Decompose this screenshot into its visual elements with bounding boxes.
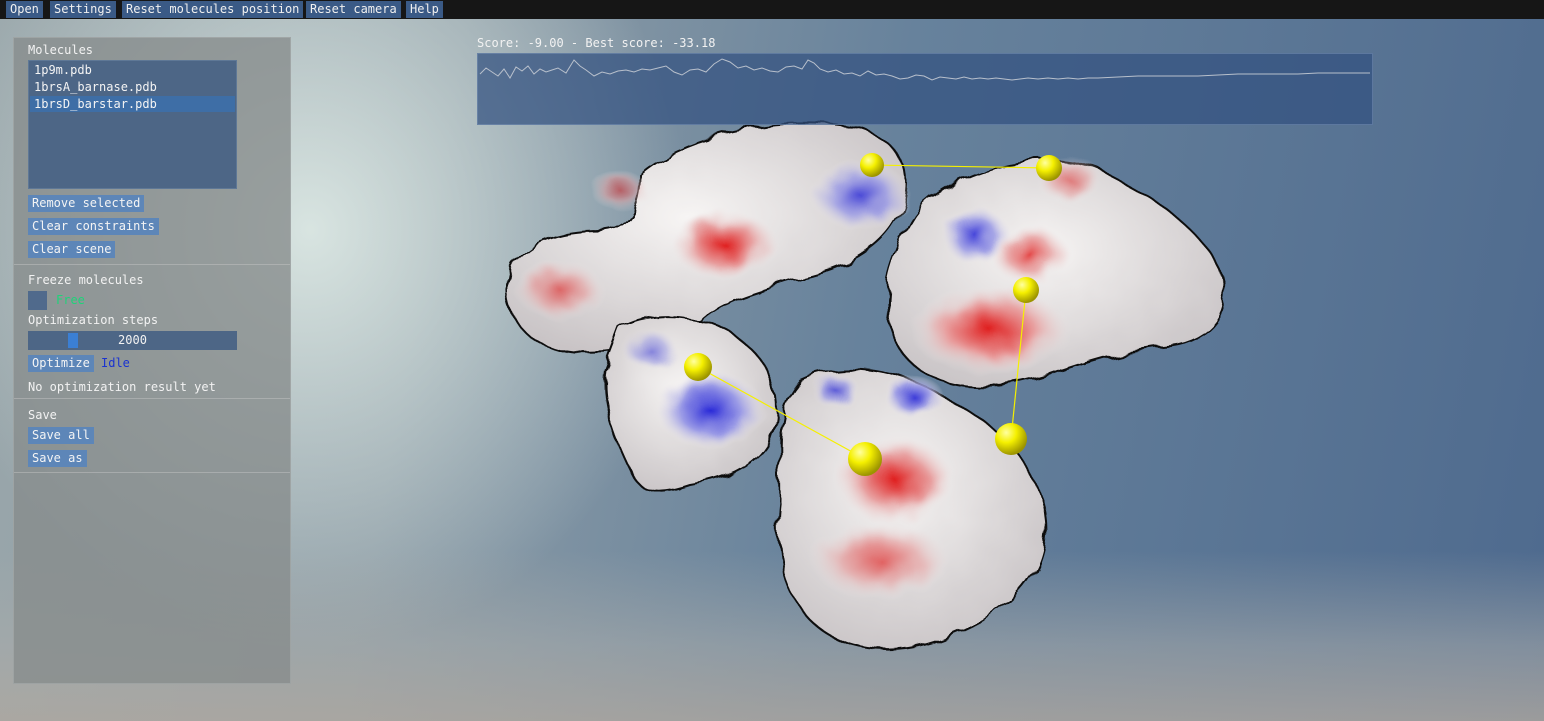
save-all-button[interactable]: Save all — [28, 427, 94, 444]
molecule-1p9m[interactable] — [506, 123, 910, 355]
clear-constraints-button[interactable]: Clear constraints — [28, 218, 159, 235]
freeze-checkbox-label[interactable]: Free — [56, 293, 85, 307]
optimization-result-text: No optimization result yet — [28, 380, 216, 394]
optimization-steps-title: Optimization steps — [28, 313, 159, 327]
molecules-title: Molecules — [28, 43, 94, 57]
menu-settings[interactable]: Settings — [50, 1, 116, 18]
score-history-line — [479, 58, 1370, 81]
menu-open[interactable]: Open — [6, 1, 43, 18]
constraint-sphere — [860, 153, 884, 177]
constraint-sphere — [1013, 277, 1039, 303]
menu-help[interactable]: Help — [406, 1, 443, 18]
score-label: Score: -9.00 - Best score: -33.18 — [477, 36, 716, 50]
list-item[interactable]: 1brsA_barnase.pdb — [30, 79, 235, 95]
menu-reset-camera[interactable]: Reset camera — [306, 1, 401, 18]
constraint-sphere — [1036, 155, 1062, 181]
divider — [14, 264, 290, 265]
menu-reset-molecules-position[interactable]: Reset molecules position — [122, 1, 304, 18]
molecule-barstar[interactable] — [777, 368, 1047, 651]
constraint-sphere — [995, 423, 1027, 455]
optimization-steps-value: 2000 — [118, 333, 147, 347]
save-as-button[interactable]: Save as — [28, 450, 87, 467]
menu-bar: Open Settings Reset molecules position R… — [0, 0, 1544, 19]
remove-selected-button[interactable]: Remove selected — [28, 195, 145, 212]
molecule-right[interactable] — [886, 158, 1226, 387]
save-title: Save — [28, 408, 57, 422]
optimize-button[interactable]: Optimize — [28, 355, 94, 372]
freeze-title: Freeze molecules — [28, 273, 144, 287]
divider — [14, 472, 290, 473]
optimize-status: Idle — [101, 356, 130, 370]
molecule-list[interactable]: 1p9m.pdb 1brsA_barnase.pdb 1brsD_barstar… — [28, 60, 237, 189]
constraint-sphere — [684, 353, 712, 381]
divider — [14, 398, 290, 399]
list-item[interactable]: 1p9m.pdb — [30, 62, 235, 78]
side-panel: Molecules 1p9m.pdb 1brsA_barnase.pdb 1br… — [13, 37, 291, 684]
clear-scene-button[interactable]: Clear scene — [28, 241, 116, 258]
constraint-sphere — [848, 442, 882, 476]
molecule-barnase[interactable] — [603, 316, 777, 493]
score-history-plot — [477, 53, 1373, 125]
optimization-steps-slider[interactable]: 2000 — [28, 331, 237, 350]
checkbox-icon[interactable] — [28, 291, 47, 310]
list-item-selected[interactable]: 1brsD_barstar.pdb — [30, 96, 235, 112]
